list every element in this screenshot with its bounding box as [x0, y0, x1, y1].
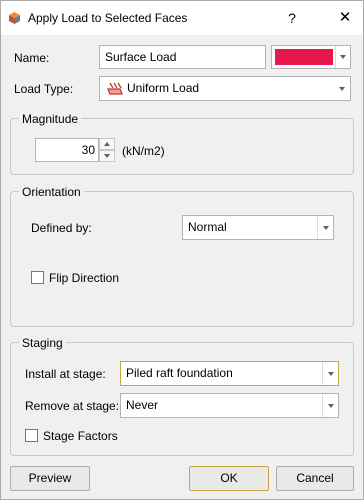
remove-stage-select[interactable]: Never: [120, 393, 339, 418]
chevron-down-icon: [322, 362, 338, 385]
color-picker[interactable]: [271, 45, 351, 69]
magnitude-unit: (kN/m2): [122, 144, 165, 158]
staging-group-title: Staging: [19, 336, 66, 350]
defined-by-select[interactable]: Normal: [182, 215, 334, 240]
remove-stage-label: Remove at stage:: [25, 399, 120, 413]
chevron-down-icon: [334, 77, 350, 100]
install-stage-label: Install at stage:: [25, 367, 106, 381]
spin-down-icon[interactable]: [99, 150, 115, 162]
stage-factors-label: Stage Factors: [43, 429, 118, 443]
flip-direction-checkbox[interactable]: [31, 271, 44, 284]
dialog-window: Apply Load to Selected Faces ? ✕ Name: S…: [0, 0, 364, 500]
chevron-down-icon: [317, 216, 333, 239]
load-type-value: Uniform Load: [127, 81, 200, 95]
window-title: Apply Load to Selected Faces: [28, 11, 188, 25]
load-type-label: Load Type:: [14, 82, 74, 96]
preview-button[interactable]: Preview: [10, 466, 90, 491]
help-button[interactable]: ?: [281, 9, 303, 27]
close-button[interactable]: ✕: [335, 9, 355, 27]
color-swatch: [275, 49, 333, 65]
title-bar: Apply Load to Selected Faces ? ✕: [1, 1, 363, 35]
name-field[interactable]: Surface Load: [99, 45, 266, 69]
cancel-button[interactable]: Cancel: [276, 466, 354, 491]
flip-direction-label: Flip Direction: [49, 271, 120, 285]
ok-button[interactable]: OK: [189, 466, 269, 491]
chevron-down-icon: [335, 46, 350, 68]
remove-stage-value: Never: [126, 398, 159, 412]
name-label: Name:: [14, 51, 50, 65]
stage-factors-checkbox[interactable]: [25, 429, 38, 442]
app-icon: [9, 12, 20, 24]
defined-by-label: Defined by:: [31, 221, 92, 235]
magnitude-input[interactable]: 30: [35, 138, 99, 162]
defined-by-value: Normal: [188, 220, 227, 234]
magnitude-group-title: Magnitude: [19, 112, 82, 126]
magnitude-spinner[interactable]: [99, 138, 115, 162]
install-stage-select[interactable]: Piled raft foundation: [120, 361, 339, 386]
orientation-group-title: Orientation: [19, 185, 84, 199]
uniform-load-icon: [107, 82, 123, 95]
load-type-select[interactable]: Uniform Load: [99, 76, 351, 101]
orientation-group: [10, 191, 354, 327]
chevron-down-icon: [322, 394, 338, 417]
spin-up-icon[interactable]: [99, 138, 115, 150]
install-stage-value: Piled raft foundation: [126, 366, 233, 380]
